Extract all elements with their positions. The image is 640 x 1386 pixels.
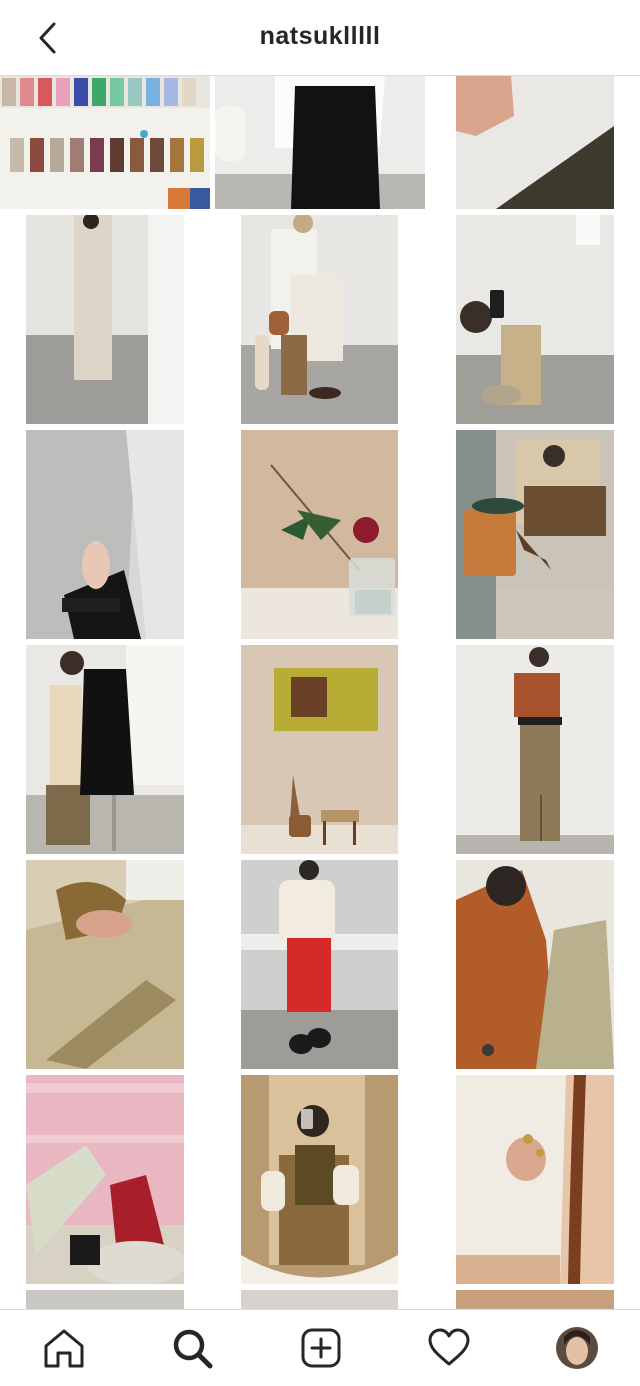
tab-profile[interactable]: [553, 1324, 601, 1372]
home-icon: [44, 1329, 84, 1368]
post-thumbnail[interactable]: [241, 1290, 398, 1309]
tab-create[interactable]: [297, 1324, 345, 1372]
search-icon: [173, 1329, 213, 1369]
post-thumbnail[interactable]: [241, 645, 398, 854]
page-title: natsuklllll: [259, 22, 381, 50]
post-thumbnail[interactable]: [215, 76, 425, 209]
post-thumbnail[interactable]: [456, 215, 614, 424]
post-thumbnail[interactable]: [26, 1290, 184, 1309]
tab-search[interactable]: [168, 1324, 216, 1372]
heart-icon: [428, 1328, 470, 1366]
post-thumbnail[interactable]: [241, 215, 398, 424]
avatar: [556, 1327, 598, 1369]
post-thumbnail[interactable]: [456, 860, 614, 1069]
post-thumbnail[interactable]: [456, 645, 614, 854]
post-thumbnail[interactable]: [456, 1290, 614, 1309]
tab-home[interactable]: [40, 1324, 88, 1372]
post-thumbnail[interactable]: [456, 1075, 614, 1284]
top-bar: natsuklllll: [0, 0, 640, 76]
post-thumbnail[interactable]: [241, 430, 398, 639]
post-thumbnail[interactable]: [0, 76, 210, 209]
tab-activity[interactable]: [425, 1324, 473, 1372]
plus-square-icon: [301, 1328, 341, 1368]
post-thumbnail[interactable]: [26, 1075, 184, 1284]
posts-grid: [0, 76, 640, 1309]
post-thumbnail[interactable]: [26, 860, 184, 1069]
post-thumbnail[interactable]: [26, 215, 184, 424]
post-thumbnail[interactable]: [26, 430, 184, 639]
post-thumbnail[interactable]: [456, 76, 614, 209]
post-thumbnail[interactable]: [241, 860, 398, 1069]
bottom-tab-bar: [0, 1309, 640, 1386]
post-thumbnail[interactable]: [456, 430, 614, 639]
post-thumbnail[interactable]: [26, 645, 184, 854]
post-thumbnail[interactable]: [241, 1075, 398, 1284]
